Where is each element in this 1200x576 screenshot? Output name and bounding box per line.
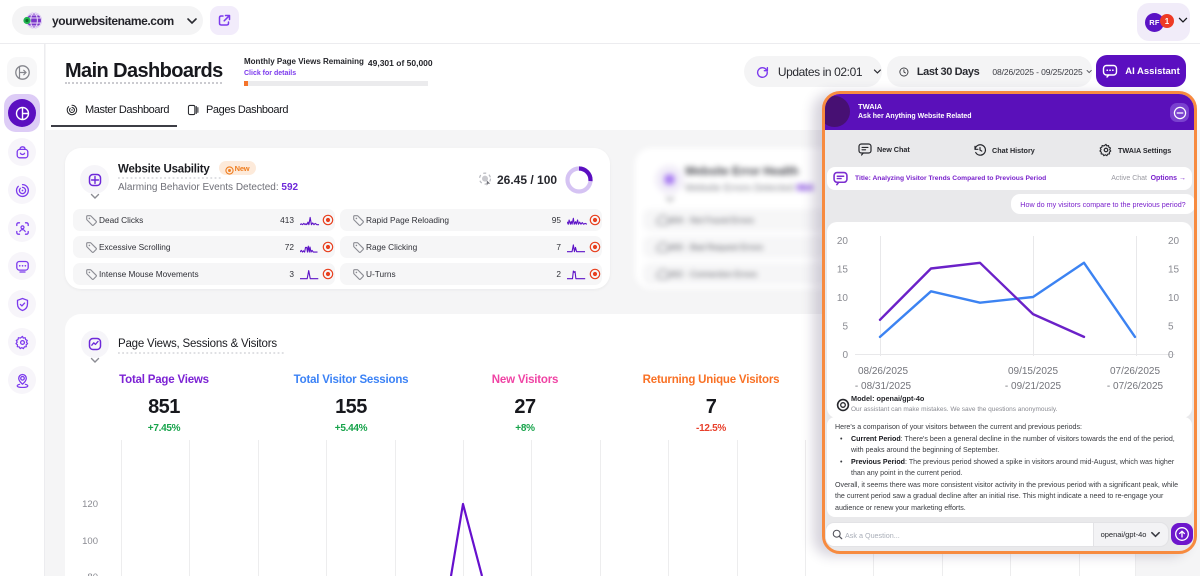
svg-text:10: 10 — [1168, 293, 1180, 304]
svg-text:15: 15 — [837, 265, 849, 276]
svg-text:10: 10 — [837, 293, 849, 304]
svg-text:0: 0 — [1168, 350, 1174, 361]
svg-text:20: 20 — [1168, 236, 1180, 247]
svg-text:07/26/2025: 07/26/2025 — [1110, 366, 1160, 377]
svg-text:20: 20 — [837, 236, 849, 247]
svg-text:0: 0 — [842, 350, 848, 361]
svg-text:- 09/21/2025: - 09/21/2025 — [1005, 381, 1062, 392]
svg-text:- 07/26/2025: - 07/26/2025 — [1107, 381, 1164, 392]
svg-text:15: 15 — [1168, 265, 1180, 276]
svg-text:5: 5 — [1168, 322, 1174, 333]
svg-text:08/26/2025: 08/26/2025 — [858, 366, 908, 377]
svg-text:09/15/2025: 09/15/2025 — [1008, 366, 1058, 377]
svg-text:5: 5 — [842, 322, 848, 333]
svg-text:- 08/31/2025: - 08/31/2025 — [855, 381, 912, 392]
